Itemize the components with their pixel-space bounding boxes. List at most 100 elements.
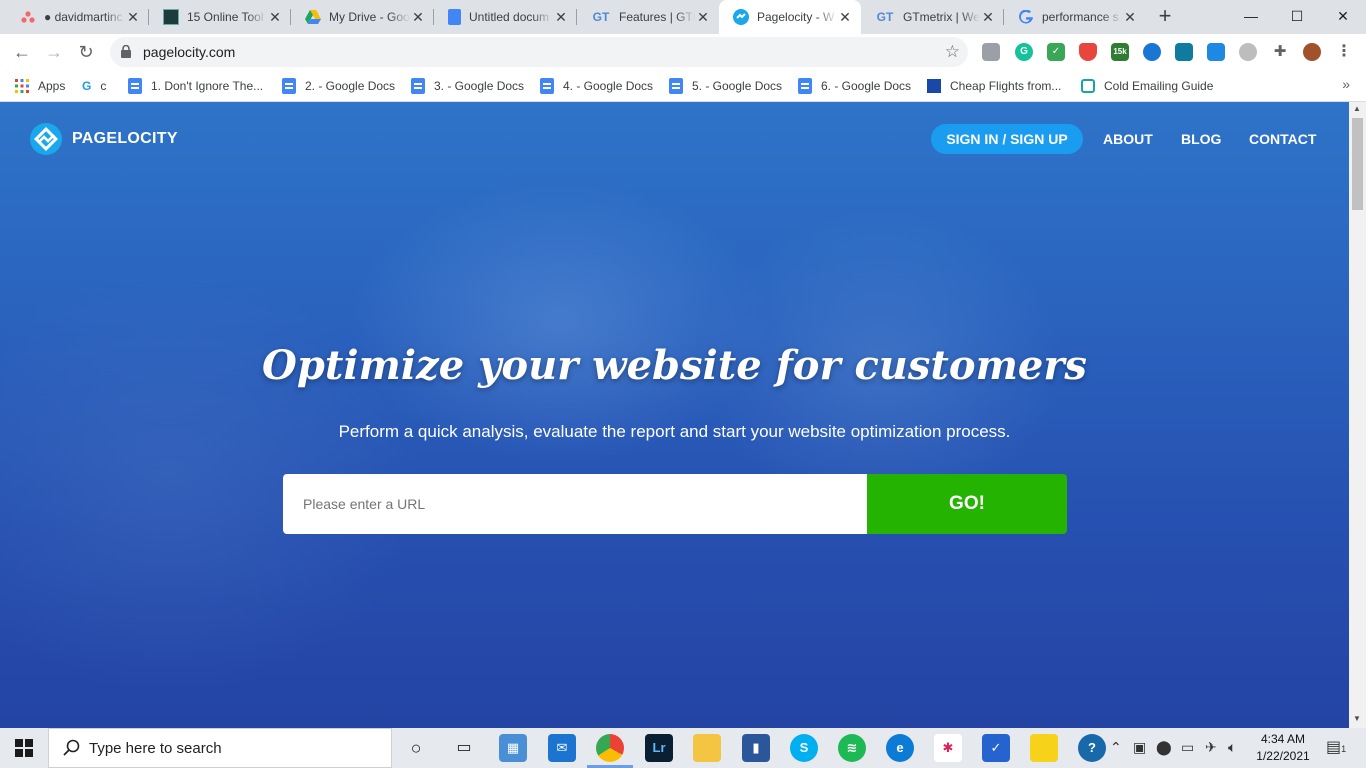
bookmark-item[interactable]: Cold Emailing Guide — [1081, 77, 1213, 95]
bookmark-c[interactable]: G c — [82, 77, 106, 95]
bookmark-item[interactable]: 3. - Google Docs — [411, 77, 524, 95]
grammarly-extension-icon[interactable]: G — [1015, 43, 1033, 61]
shield-extension-icon[interactable] — [1079, 43, 1097, 61]
chrome-icon[interactable] — [596, 734, 624, 762]
bookmark-item[interactable]: 5. - Google Docs — [669, 77, 782, 95]
google-docs-icon — [448, 9, 461, 25]
todo-icon[interactable]: ✓ — [982, 734, 1010, 762]
nav-blog[interactable]: BLOG — [1181, 124, 1221, 154]
close-tab-icon[interactable]: ✕ — [1122, 9, 1138, 25]
close-tab-icon[interactable]: ✕ — [980, 9, 996, 25]
bookmark-item[interactable]: 4. - Google Docs — [540, 77, 653, 95]
tab-title: 15 Online Tool — [187, 10, 264, 24]
action-center-icon[interactable]: ▤1 — [1326, 737, 1346, 757]
notes-app-icon[interactable]: ▮ — [742, 734, 770, 762]
apps-grid-icon — [15, 79, 29, 93]
mail-icon[interactable]: ✉ — [548, 734, 576, 762]
scrollbar-thumb[interactable] — [1352, 118, 1363, 210]
tab-online-tools[interactable]: 15 Online Tool ✕ — [149, 0, 291, 34]
tab-performance-search[interactable]: performance s ✕ — [1004, 0, 1146, 34]
tab-asana[interactable]: ● davidmartinc ✕ — [6, 0, 149, 34]
tab-gtmetrix-welcome[interactable]: GT GTmetrix | Wel ✕ — [861, 0, 1004, 34]
close-window-button[interactable]: ✕ — [1320, 0, 1366, 34]
close-tab-icon[interactable]: ✕ — [837, 9, 853, 25]
site-logo[interactable]: PAGELOCITY — [30, 123, 178, 155]
extensions-puzzle-icon[interactable]: ✚ — [1271, 43, 1289, 61]
skype-icon[interactable]: S — [790, 734, 818, 762]
reader-extension-icon[interactable] — [1175, 43, 1193, 61]
bookmark-item[interactable]: Cheap Flights from... — [927, 77, 1061, 95]
google-icon — [1018, 9, 1034, 25]
blue-square-extension-icon[interactable] — [1207, 43, 1225, 61]
security-tray-icon[interactable]: ⬤ — [1156, 739, 1172, 756]
sticky-notes-icon[interactable] — [1030, 734, 1058, 762]
google-docs-icon — [128, 78, 142, 94]
forward-button[interactable]: → — [40, 38, 68, 66]
bookmark-label: c — [100, 79, 107, 93]
more-bookmarks-icon[interactable]: » — [1342, 76, 1350, 92]
new-tab-button[interactable]: + — [1152, 4, 1178, 30]
minimize-button[interactable]: — — [1228, 0, 1274, 34]
chrome-menu-icon[interactable]: ⋮ — [1335, 43, 1353, 61]
address-url[interactable]: pagelocity.com — [143, 44, 235, 60]
bookmark-item[interactable]: 2. - Google Docs — [282, 77, 395, 95]
taskbar-clock[interactable]: 4:34 AM 1/22/2021 — [1252, 731, 1314, 765]
counter-extension-icon[interactable]: 15k — [1111, 43, 1129, 61]
tab-untitled-document[interactable]: Untitled docum ✕ — [434, 0, 577, 34]
cortana-icon[interactable]: ○ — [402, 734, 430, 762]
edge-icon[interactable]: e — [886, 734, 914, 762]
tab-my-drive[interactable]: My Drive - Goo ✕ — [291, 0, 434, 34]
bookmark-item[interactable]: 1. Don't Ignore The... — [128, 77, 263, 95]
start-button[interactable] — [0, 728, 48, 768]
bookmark-label: 6. - Google Docs — [821, 79, 912, 93]
search-placeholder: Type here to search — [89, 740, 222, 757]
browser-toolbar: ← → ↻ pagelocity.com ☆ G ✓ 15k ✚ ⋮ — [0, 34, 1366, 70]
maximize-button[interactable]: ☐ — [1274, 0, 1320, 34]
page-scrollbar[interactable]: ▲ ▼ — [1349, 102, 1366, 728]
bookmark-item[interactable]: 6. - Google Docs — [798, 77, 911, 95]
signin-signup-button[interactable]: SIGN IN / SIGN UP — [931, 124, 1083, 154]
tab-gtmetrix-features[interactable]: GT Features | GTm ✕ — [577, 0, 719, 34]
pagelocity-logo-icon — [30, 123, 62, 155]
tab-title: Untitled docum — [469, 10, 550, 24]
profile-avatar[interactable] — [1303, 43, 1321, 61]
spotify-icon[interactable]: ≋ — [838, 734, 866, 762]
file-explorer-icon[interactable] — [693, 734, 721, 762]
lightroom-icon[interactable]: Lr — [645, 734, 673, 762]
emailing-guide-icon — [1081, 79, 1095, 93]
task-view-icon[interactable]: ▭ — [450, 734, 478, 762]
tab-pagelocity[interactable]: Pagelocity - W ✕ — [719, 0, 861, 34]
store-icon[interactable]: ▦ — [499, 734, 527, 762]
gray-circle-extension-icon[interactable] — [1239, 43, 1257, 61]
reload-button[interactable]: ↻ — [72, 38, 100, 66]
back-button[interactable]: ← — [8, 38, 36, 66]
close-tab-icon[interactable]: ✕ — [410, 9, 426, 25]
taskbar-search[interactable]: Type here to search — [48, 728, 392, 768]
close-tab-icon[interactable]: ✕ — [695, 9, 711, 25]
bookmark-apps[interactable]: Apps — [15, 77, 65, 95]
rocket-extension-icon[interactable] — [1143, 43, 1161, 61]
camera-extension-icon[interactable] — [982, 43, 1000, 61]
help-icon[interactable]: ? — [1078, 734, 1106, 762]
bookmark-label: Cheap Flights from... — [950, 79, 1062, 93]
url-input[interactable] — [283, 474, 867, 534]
lock-icon[interactable] — [121, 45, 131, 58]
nav-about[interactable]: ABOUT — [1103, 124, 1153, 154]
address-bar[interactable]: pagelocity.com ☆ — [110, 37, 968, 67]
go-button[interactable]: GO! — [867, 474, 1067, 534]
slack-icon[interactable]: ✱ — [934, 734, 962, 762]
close-tab-icon[interactable]: ✕ — [125, 9, 141, 25]
tray-chevron-icon[interactable]: ⌃ — [1110, 739, 1122, 756]
meet-now-icon[interactable]: ▣ — [1133, 739, 1146, 756]
volume-icon[interactable]: 🔈︎ — [1228, 739, 1236, 756]
airplane-mode-icon[interactable]: ✈ — [1205, 739, 1217, 756]
scroll-down-icon[interactable]: ▼ — [1353, 714, 1361, 723]
checklist-extension-icon[interactable]: ✓ — [1047, 43, 1065, 61]
nav-contact[interactable]: CONTACT — [1249, 124, 1316, 154]
battery-icon[interactable]: ▭ — [1181, 739, 1194, 756]
scroll-up-icon[interactable]: ▲ — [1353, 104, 1361, 113]
bookmark-label: 5. - Google Docs — [692, 79, 783, 93]
close-tab-icon[interactable]: ✕ — [553, 9, 569, 25]
close-tab-icon[interactable]: ✕ — [267, 9, 283, 25]
bookmark-star-icon[interactable]: ☆ — [945, 42, 960, 62]
